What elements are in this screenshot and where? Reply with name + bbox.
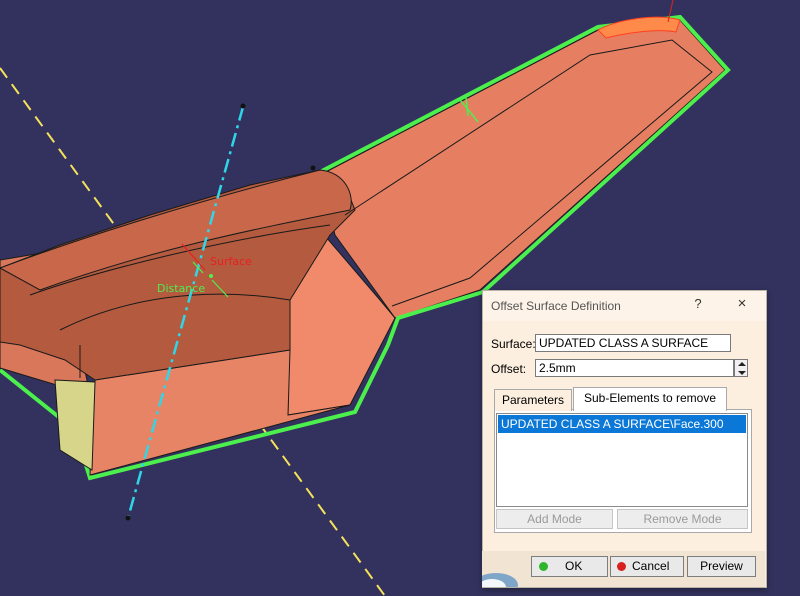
offset-spinner[interactable] [734, 359, 748, 377]
ok-dot-icon [539, 562, 548, 571]
remove-mode-button[interactable]: Remove Mode [617, 509, 748, 529]
catia-logo-icon [482, 573, 518, 587]
ok-label: OK [565, 559, 583, 573]
surface-label: Surface: [491, 337, 536, 351]
dialog-titlebar[interactable]: Offset Surface Definition ? × [483, 291, 766, 321]
dialog-title: Offset Surface Definition [491, 299, 621, 313]
ok-button[interactable]: OK [531, 556, 608, 577]
tab-parameters[interactable]: Parameters [494, 389, 572, 411]
surface-tag: Surface [210, 255, 252, 268]
distance-tag: Distance [157, 282, 205, 295]
add-mode-button[interactable]: Add Mode [496, 509, 613, 529]
axis-start-point [125, 515, 131, 521]
cancel-dot-icon [617, 562, 626, 571]
list-item[interactable]: UPDATED CLASS A SURFACE\Face.300 [498, 415, 746, 433]
offset-label: Offset: [491, 362, 527, 376]
close-icon[interactable]: × [735, 295, 749, 312]
offset-field[interactable]: 2.5mm [535, 359, 734, 377]
help-icon[interactable]: ? [691, 296, 705, 311]
sub-elements-list[interactable]: UPDATED CLASS A SURFACE\Face.300 [496, 413, 748, 507]
surface-field[interactable]: UPDATED CLASS A SURFACE [535, 334, 731, 352]
corner-point [310, 165, 316, 171]
preview-button[interactable]: Preview [687, 556, 756, 577]
spin-down-icon[interactable] [738, 371, 746, 375]
cancel-button[interactable]: Cancel [610, 556, 684, 577]
axis-end-point [240, 103, 246, 109]
tab-sub-elements[interactable]: Sub-Elements to remove [573, 387, 727, 411]
spin-up-icon[interactable] [738, 362, 746, 366]
cancel-label: Cancel [632, 559, 670, 573]
